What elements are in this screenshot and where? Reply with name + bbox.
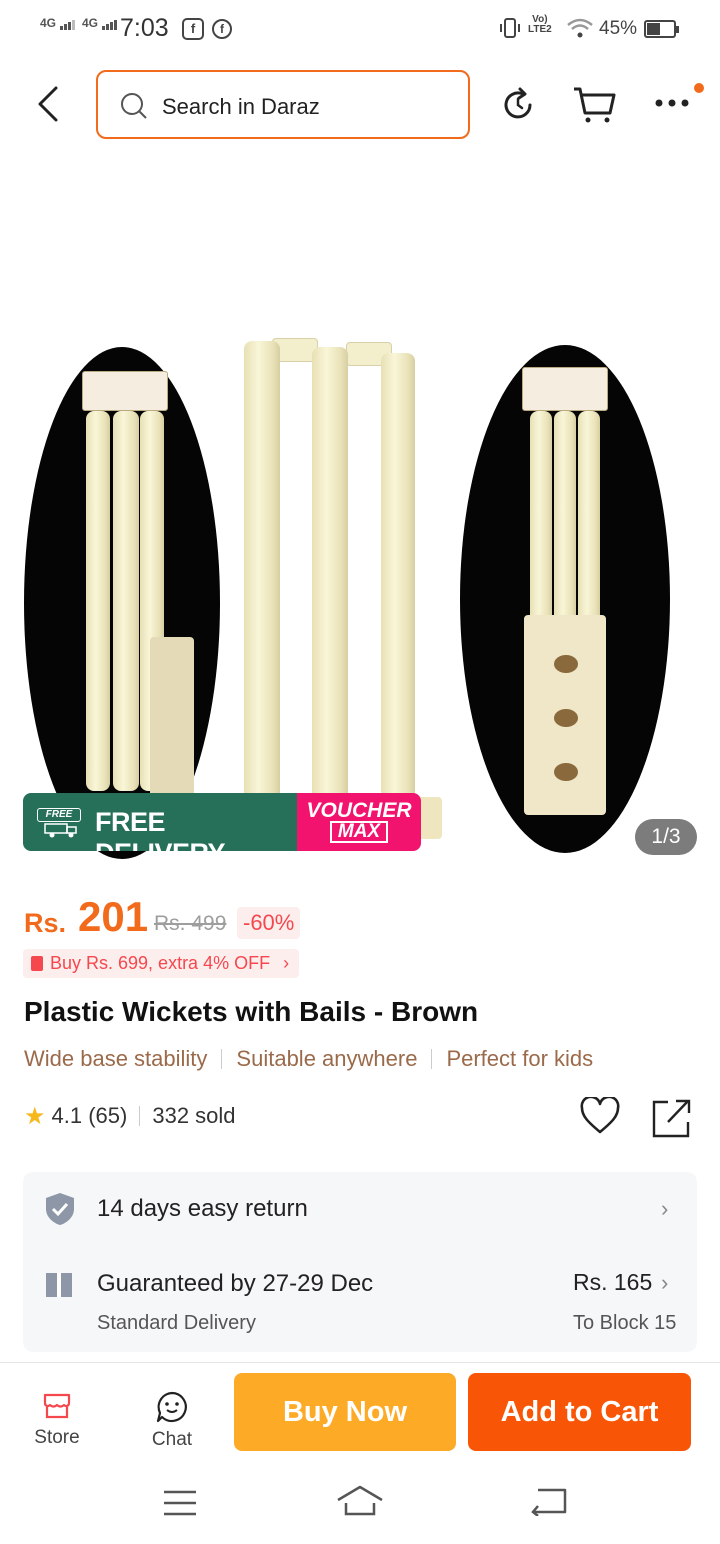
rating-value: 4.1 (65)	[51, 1103, 128, 1128]
delivery-location: To Block 15	[573, 1312, 677, 1334]
status-bar: 4G 4G 7:03 f f Vo) LTE2 45%	[0, 0, 720, 58]
voucher-max-badge: VOUCHER MAX	[297, 793, 421, 851]
battery-percentage: 45%	[599, 18, 638, 39]
cart-icon[interactable]	[572, 85, 618, 125]
chat-label: Chat	[151, 1429, 193, 1450]
back-nav-icon[interactable]	[530, 1486, 568, 1516]
store-icon	[43, 1393, 71, 1419]
image-counter: 1/3	[635, 819, 697, 855]
product-image-gallery[interactable]: FREE FREE DELIVERY VOUCHER MAX 1/3	[0, 155, 720, 870]
free-delivery-voucher-banner: FREE FREE DELIVERY VOUCHER MAX	[23, 793, 421, 851]
feature-item: Perfect for kids	[446, 1046, 594, 1071]
wifi-icon	[567, 18, 593, 38]
volte-indicator: Vo) LTE2	[528, 14, 552, 35]
feature-item: Wide base stability	[24, 1046, 208, 1071]
delivery-guarantee[interactable]: Guaranteed by 27-29 Dec	[97, 1270, 373, 1298]
signal-sim1: 4G	[40, 16, 76, 30]
service-info-card: 14 days easy return › Guaranteed by 27-2…	[23, 1172, 697, 1352]
search-placeholder: Search in Daraz	[162, 94, 320, 119]
vibrate-icon	[500, 18, 520, 38]
star-icon: ★	[24, 1103, 46, 1130]
menu-icon[interactable]	[162, 1489, 198, 1517]
facebook-messenger-icon: f	[212, 19, 232, 39]
chevron-right-icon: ›	[283, 953, 290, 973]
search-input[interactable]: Search in Daraz	[96, 70, 470, 139]
free-chip: FREE	[37, 808, 81, 822]
battery-icon	[644, 20, 679, 38]
feature-item: Suitable anywhere	[236, 1046, 418, 1071]
store-label: Store	[34, 1427, 80, 1448]
notification-dot	[694, 83, 704, 93]
network-type-label: 4G	[40, 16, 57, 30]
voucher-icon	[31, 956, 43, 971]
network-type-label: 4G	[82, 16, 99, 30]
chevron-right-icon[interactable]: ›	[661, 1196, 668, 1222]
chevron-right-icon[interactable]: ›	[661, 1270, 668, 1296]
discount-badge: -60%	[237, 907, 301, 939]
more-icon[interactable]	[655, 98, 689, 108]
add-to-cart-button[interactable]: Add to Cart	[468, 1373, 691, 1451]
feature-list: Wide base stability Suitable anywhere Perf…	[24, 1046, 593, 1072]
delivery-fee: Rs. 165	[573, 1269, 653, 1295]
free-delivery-label: FREE DELIVERY	[95, 807, 226, 851]
original-price: Rs. 499	[154, 912, 227, 935]
delivery-box-icon	[46, 1273, 72, 1297]
bottom-action-bar: Store Chat Buy Now Add to Cart	[0, 1362, 720, 1462]
promo-voucher[interactable]: Buy Rs. 699, extra 4% OFF ›	[23, 949, 300, 978]
system-navigation-bar	[0, 1462, 720, 1544]
chat-button[interactable]: Chat	[137, 1391, 207, 1451]
price-currency: Rs.	[24, 908, 67, 938]
product-title: Plastic Wickets with Bails - Brown	[24, 996, 479, 1027]
history-icon[interactable]	[500, 87, 536, 123]
free-delivery-badge: FREE FREE DELIVERY	[23, 793, 297, 851]
home-icon[interactable]	[336, 1484, 384, 1518]
back-arrow-icon[interactable]	[34, 84, 70, 124]
chat-icon	[156, 1391, 187, 1423]
sold-count: 332 sold	[152, 1103, 236, 1128]
product-image-left-pack	[24, 347, 220, 859]
delivery-type: Standard Delivery	[97, 1312, 256, 1334]
store-button[interactable]: Store	[22, 1391, 92, 1449]
rating-row[interactable]: ★ 4.1 (65) 332 sold	[24, 1102, 236, 1131]
shield-check-icon	[46, 1193, 74, 1225]
promo-text: Buy Rs. 699, extra 4% OFF	[50, 953, 271, 973]
search-icon	[121, 93, 147, 119]
truck-icon	[41, 822, 81, 841]
current-price: 201	[78, 893, 149, 940]
signal-sim2: 4G	[82, 16, 118, 30]
facebook-icon: f	[182, 18, 204, 40]
clock: 7:03	[120, 14, 169, 42]
product-image-right-pack	[460, 345, 670, 853]
max-label: MAX	[329, 821, 389, 843]
buy-now-button[interactable]: Buy Now	[234, 1373, 456, 1451]
wishlist-heart-icon[interactable]	[580, 1097, 620, 1135]
voucher-label: VOUCHER	[306, 799, 412, 822]
return-policy[interactable]: 14 days easy return	[97, 1195, 308, 1223]
share-icon[interactable]	[652, 1098, 692, 1138]
